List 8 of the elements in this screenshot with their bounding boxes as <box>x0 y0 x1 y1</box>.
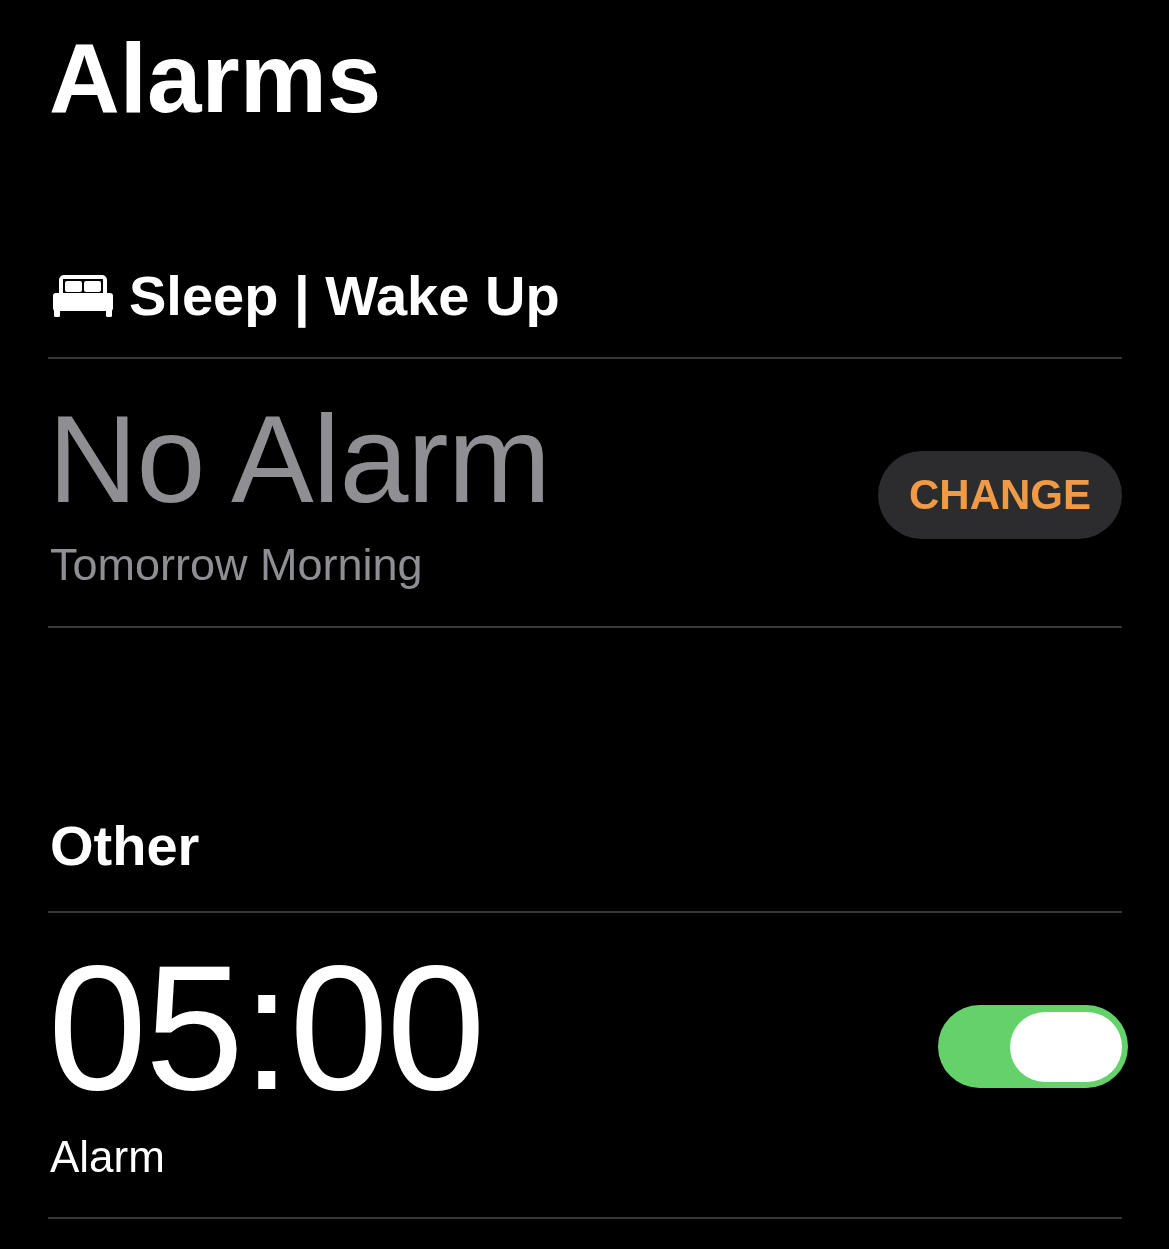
alarm-time: 05:00 <box>48 939 484 1117</box>
page-title: Alarms <box>49 29 382 127</box>
section-heading: Other <box>50 818 200 874</box>
alarm-label: Alarm <box>50 1135 165 1179</box>
alarm-label: Tomorrow Morning <box>50 542 423 587</box>
change-button[interactable]: CHANGE <box>878 450 1122 539</box>
alarm-time: No Alarm <box>48 397 550 521</box>
bed-icon <box>53 275 113 317</box>
